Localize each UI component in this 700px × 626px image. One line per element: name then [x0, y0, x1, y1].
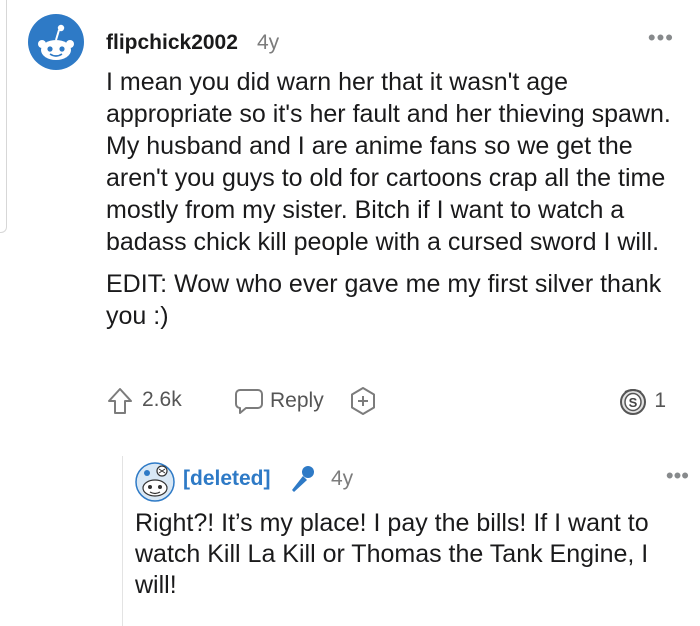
silver-award[interactable]: S 1 — [618, 386, 666, 416]
comment-paragraph: EDIT: Wow who ever gave me my first silv… — [106, 270, 662, 330]
snoo-avatar-icon[interactable] — [28, 14, 84, 70]
more-dots-icon[interactable]: ••• — [648, 27, 674, 49]
silver-count: 1 — [654, 389, 666, 412]
upvote-arrow-icon[interactable] — [106, 386, 134, 416]
vote-score: 2.6k — [142, 388, 182, 411]
microphone-icon — [292, 466, 314, 492]
comment-body: I mean you did warn her that it wasn't a… — [106, 66, 686, 342]
reply-body: Right?! It’s my place! I pay the bills! … — [135, 509, 649, 599]
reply-age: 4y — [331, 467, 354, 490]
reply-label: Reply — [270, 389, 324, 412]
thread-line — [0, 0, 7, 233]
reply-bubble-icon — [235, 389, 263, 414]
reply-comment: [deleted] 4y ••• Right?! It’s my place! … — [122, 456, 693, 626]
comment-age: 4y — [257, 31, 280, 54]
comment-author[interactable]: flipchick2002 — [106, 31, 238, 55]
svg-text:S: S — [629, 395, 638, 410]
silver-award-icon: S — [620, 389, 647, 415]
more-dots-icon[interactable]: ••• — [666, 465, 689, 487]
deleted-user-avatar-icon — [135, 462, 175, 502]
comment-paragraph: I mean you did warn her that it wasn't a… — [106, 68, 671, 256]
comment-actions: 2.6k Reply S 1 — [106, 384, 666, 418]
award-plus-icon[interactable] — [348, 386, 378, 416]
reply-button[interactable]: Reply — [234, 384, 324, 418]
reply-author: [deleted] — [183, 467, 271, 490]
